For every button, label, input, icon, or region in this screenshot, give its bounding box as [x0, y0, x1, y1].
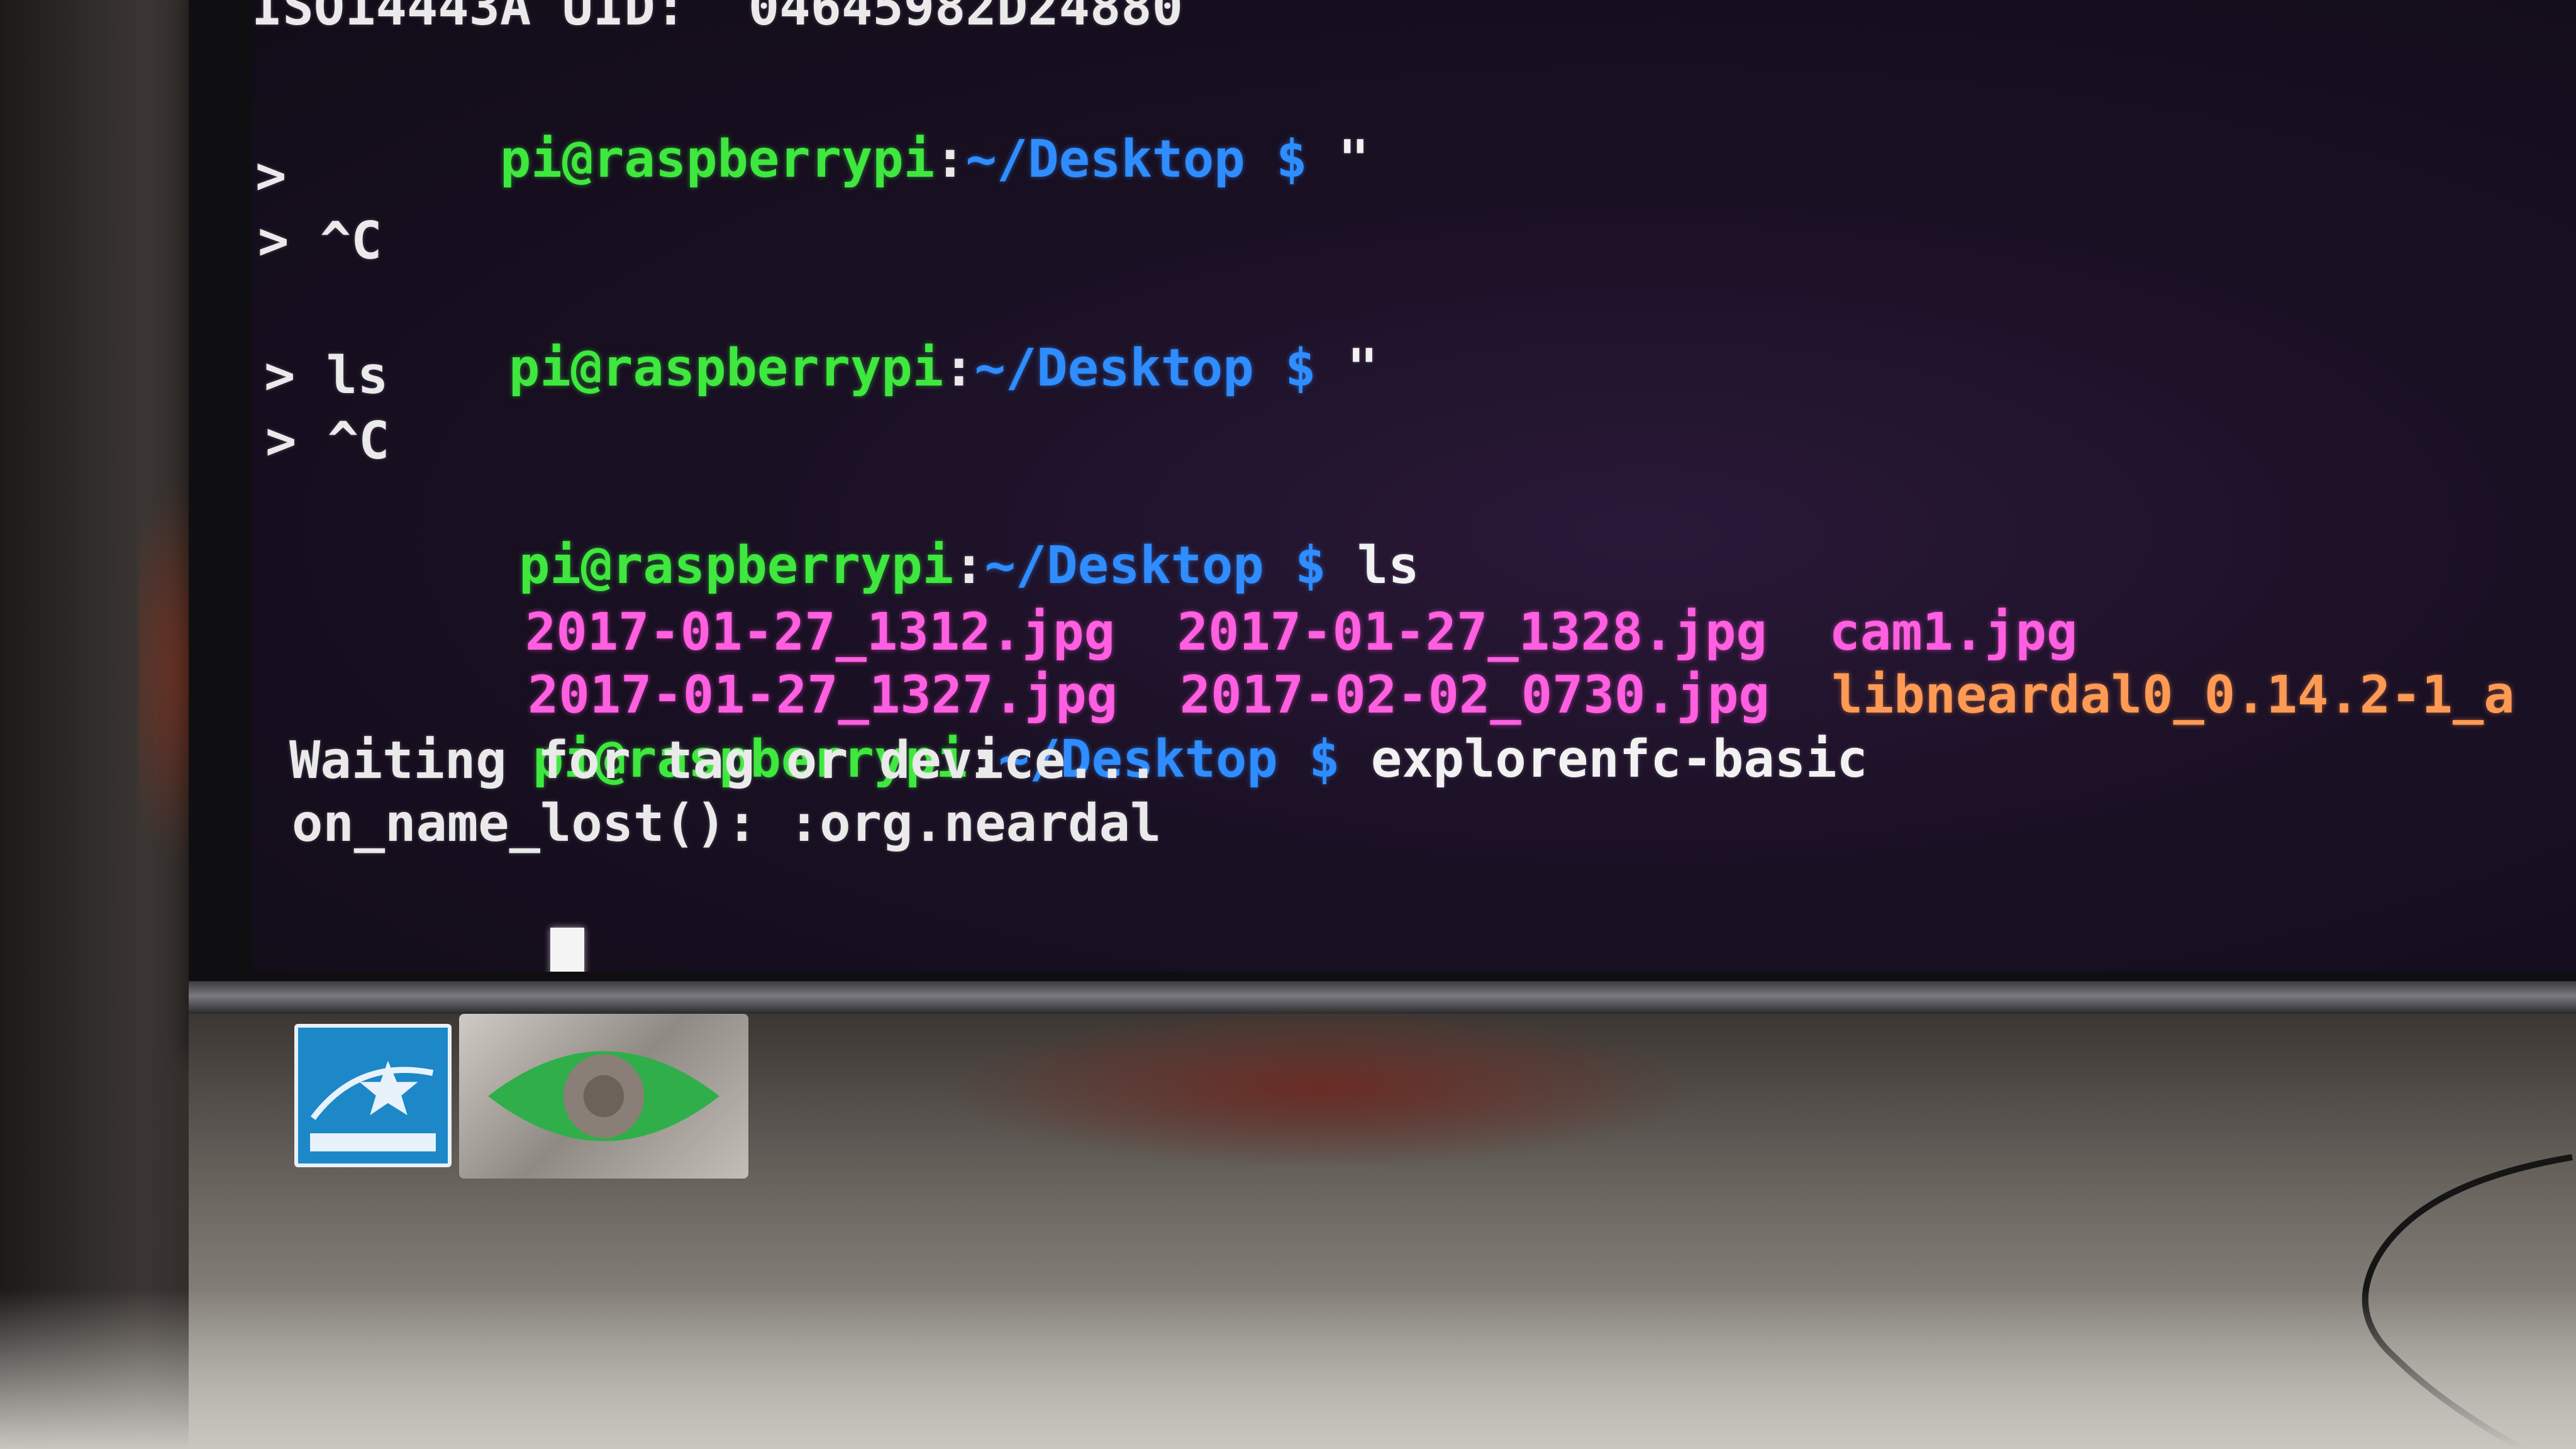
terminal-line-interrupt: > ^C: [258, 211, 382, 271]
energy-star-logo-icon: [294, 1024, 452, 1167]
terminal-line-waiting: Waiting for tag or device...: [289, 731, 1159, 791]
terminal-line-interrupt: > ^C: [265, 411, 390, 471]
red-object-reflection: [943, 1006, 1698, 1170]
prompt-command: ": [1307, 130, 1370, 189]
terminal-line-name-lost: on_name_lost(): :org.neardal: [292, 794, 1162, 853]
terminal-prompt-line: pi@raspberrypi:~/Desktop $ ls: [270, 468, 1419, 596]
terminal-prompt-line: pi@raspberrypi:~/Desktop $ ": [260, 270, 1378, 398]
prompt-command: explorenfc-basic: [1340, 730, 1868, 789]
terminal-prompt-line: pi@raspberrypi:~/Desktop $ explorenfc-ba…: [284, 662, 1868, 789]
terminal-line-ls-input: > ls: [264, 346, 389, 406]
terminal-ls-output-row: 2017-01-27_1312.jpg 2017-01-27_1328.jpg …: [277, 535, 2077, 662]
prompt-user: pi@raspberrypi: [508, 338, 944, 398]
terminal-line-uid: ISO14443A UID: 04645982D24880: [252, 0, 1184, 37]
terminal-cursor-line: [302, 855, 584, 972]
desk-surface: [0, 1289, 2576, 1449]
terminal-ls-output-row: 2017-01-27_1327.jpg 2017-02-02_0730.jpg …: [279, 597, 2515, 725]
prompt-path: ~/Desktop $: [974, 338, 1316, 398]
prompt-user: pi@raspberrypi: [499, 130, 935, 189]
terminal-cursor: [550, 927, 584, 972]
prompt-separator: :: [943, 338, 975, 398]
photo-scene: ISO14443A UID: 04645982D24880 pi@raspber…: [0, 0, 2576, 1449]
terminal-prompt-line: pi@raspberrypi:~/Desktop $ ": [252, 62, 1369, 189]
prompt-command: ": [1316, 338, 1379, 398]
terminal-line-continuation: >: [255, 146, 287, 206]
monitor-screen: ISO14443A UID: 04645982D24880 pi@raspber…: [252, 0, 2576, 972]
file-entry: libneardal0_0.14.2-1_a: [1831, 665, 2515, 725]
terminal-window[interactable]: ISO14443A UID: 04645982D24880 pi@raspber…: [252, 0, 2576, 972]
green-eye-sticker-icon: [459, 1014, 748, 1179]
prompt-path: ~/Desktop $: [965, 130, 1307, 189]
prompt-separator: :: [935, 130, 966, 189]
